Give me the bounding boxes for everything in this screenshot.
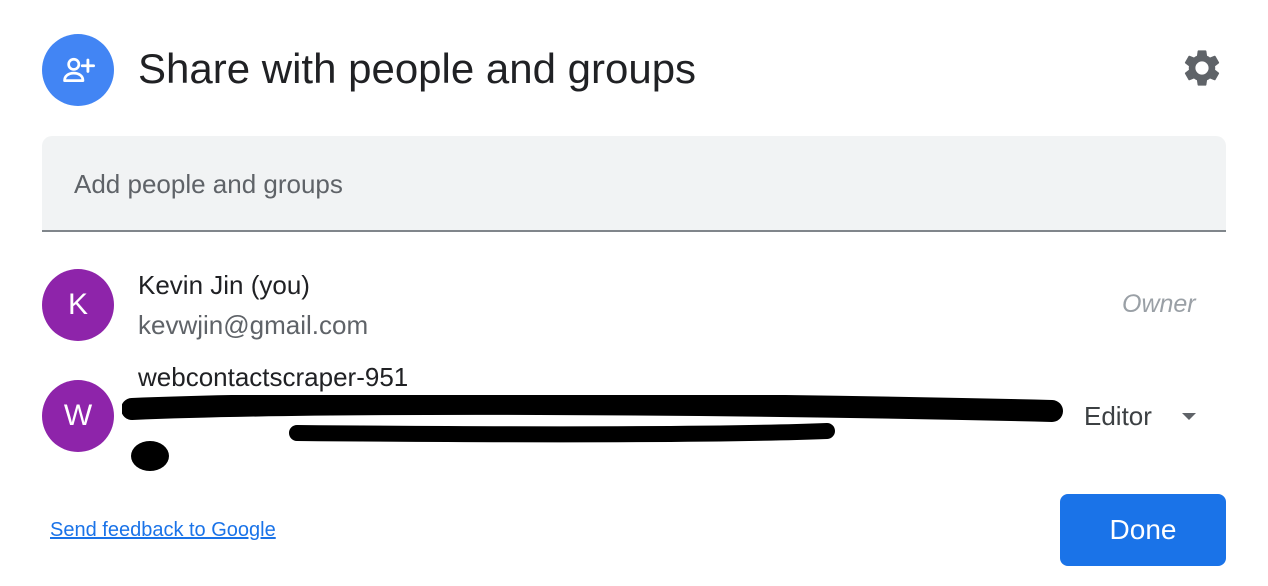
- person-email: kevwjin@gmail.com: [138, 310, 369, 340]
- avatar: W: [42, 380, 114, 452]
- gear-icon[interactable]: [1178, 44, 1226, 92]
- person-name: Kevin Jin (you): [138, 270, 310, 300]
- role-label-editor: Editor: [1084, 400, 1152, 431]
- add-people-field[interactable]: [42, 136, 1226, 232]
- caret-down-icon: [1181, 412, 1196, 420]
- person-add-icon: [42, 34, 114, 106]
- done-button[interactable]: Done: [1060, 494, 1226, 566]
- avatar: K: [42, 269, 114, 341]
- role-dropdown[interactable]: Editor: [1072, 394, 1212, 438]
- send-feedback-link[interactable]: Send feedback to Google: [50, 517, 276, 543]
- redaction-mark: [122, 395, 1063, 471]
- add-people-input[interactable]: [74, 164, 1174, 204]
- role-label-owner: Owner: [1122, 290, 1196, 318]
- dialog-title: Share with people and groups: [138, 45, 697, 92]
- person-name: webcontactscraper-951: [138, 362, 409, 392]
